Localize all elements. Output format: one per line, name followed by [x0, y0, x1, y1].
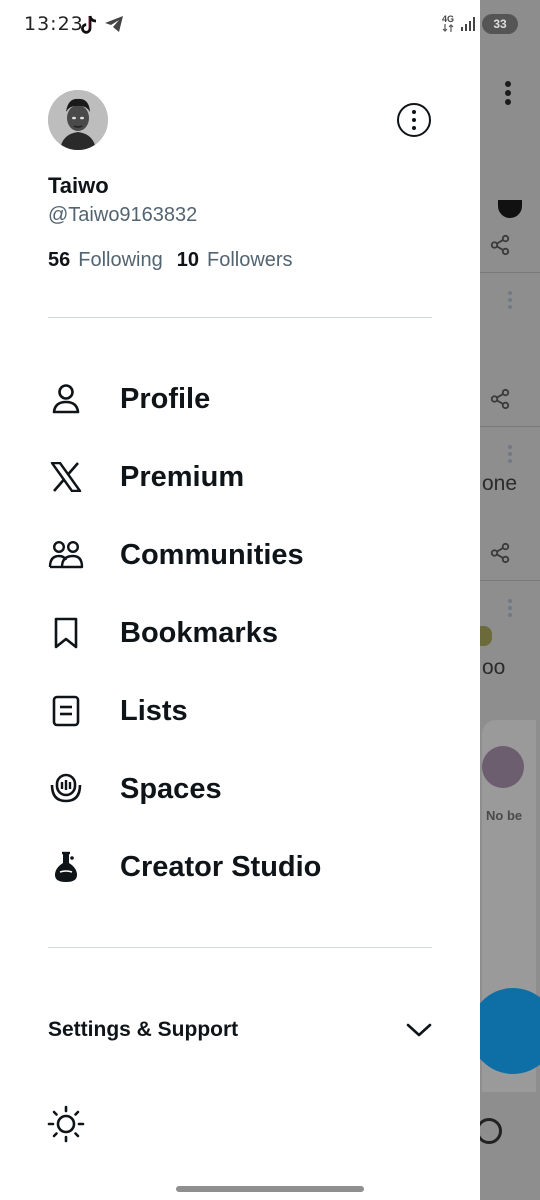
navigation-drawer: Taiwo @Taiwo9163832 56 Following 10 Foll… — [0, 0, 480, 1200]
settings-support-label: Settings & Support — [48, 1018, 239, 1041]
menu-item-label: Lists — [120, 694, 188, 727]
follow-stats: 56 Following 10 Followers — [48, 249, 299, 272]
menu-item-bookmarks[interactable]: Bookmarks — [48, 603, 432, 663]
menu-item-communities[interactable]: Communities — [48, 525, 432, 585]
menu-item-label: Profile — [120, 382, 211, 415]
menu-item-spaces[interactable]: Spaces — [48, 759, 432, 819]
account-options-button[interactable] — [397, 103, 431, 137]
profile-handle: @Taiwo9163832 — [48, 204, 198, 226]
followers-count[interactable]: 10 — [177, 249, 199, 272]
profile-name[interactable]: Taiwo — [48, 173, 109, 199]
media-caption-fragment: No be — [486, 808, 523, 823]
notification-icons — [80, 15, 124, 35]
people-icon — [48, 537, 84, 573]
status-time: 13:23 — [24, 13, 84, 35]
following-label[interactable]: Following — [78, 249, 162, 272]
tweet-text-fragment: oo — [482, 656, 506, 679]
menu-item-label: Spaces — [120, 772, 222, 805]
microphone-icon — [48, 771, 84, 807]
menu-item-label: Communities — [120, 538, 304, 571]
more-vertical-icon — [508, 445, 512, 463]
more-vertical-icon — [508, 291, 512, 309]
telegram-icon — [105, 16, 123, 32]
share-icon — [490, 388, 510, 410]
bookmark-icon — [48, 615, 84, 651]
tweet-text-fragment: one — [482, 472, 518, 495]
sun-icon[interactable] — [47, 1105, 85, 1143]
divider — [48, 317, 432, 318]
menu-item-profile[interactable]: Profile — [48, 369, 432, 429]
media-thumbnail — [482, 746, 524, 788]
network-type: 4G — [441, 13, 454, 34]
menu-item-premium[interactable]: Premium — [48, 447, 432, 507]
share-icon — [490, 234, 510, 256]
menu-item-lists[interactable]: Lists — [48, 681, 432, 741]
signal-icon — [461, 17, 475, 31]
circle-icon[interactable] — [480, 1118, 502, 1144]
divider — [480, 580, 540, 581]
menu-item-label: Bookmarks — [120, 616, 278, 649]
status-indicators: 4G 33 — [442, 14, 518, 34]
divider — [48, 947, 432, 948]
network-label: 4G — [441, 13, 454, 24]
chevron-down-icon — [406, 1023, 432, 1037]
more-dot — [412, 110, 416, 114]
share-icon — [490, 542, 510, 564]
more-dot — [412, 126, 416, 130]
x-logo-icon — [48, 459, 84, 495]
battery-indicator: 33 — [482, 14, 518, 34]
more-dot — [412, 118, 416, 122]
dimmed-overlay[interactable]: one oo No be — [480, 0, 540, 1200]
more-vertical-icon — [508, 599, 512, 617]
more-vertical-icon — [503, 80, 511, 113]
compose-button[interactable] — [480, 988, 540, 1074]
settings-support-toggle[interactable]: Settings & Support — [48, 1006, 432, 1054]
avatar[interactable] — [48, 90, 108, 150]
person-icon — [48, 381, 84, 417]
emoji-fragment — [480, 626, 492, 646]
avatar-image — [48, 90, 108, 150]
divider — [480, 426, 540, 427]
menu-item-creator-studio[interactable]: Creator Studio — [48, 837, 432, 897]
list-icon — [48, 693, 84, 729]
home-indicator[interactable] — [176, 1186, 364, 1192]
tiktok-icon — [81, 15, 97, 34]
avatar-fragment — [498, 200, 522, 218]
followers-label[interactable]: Followers — [207, 249, 293, 272]
status-bar: 13:23 4G 33 — [0, 0, 540, 52]
menu-item-label: Premium — [120, 460, 245, 493]
divider — [480, 272, 540, 273]
menu-item-label: Creator Studio — [120, 850, 322, 883]
data-arrows-icon — [442, 23, 454, 32]
following-count[interactable]: 56 — [48, 249, 70, 272]
flask-icon — [48, 849, 84, 885]
